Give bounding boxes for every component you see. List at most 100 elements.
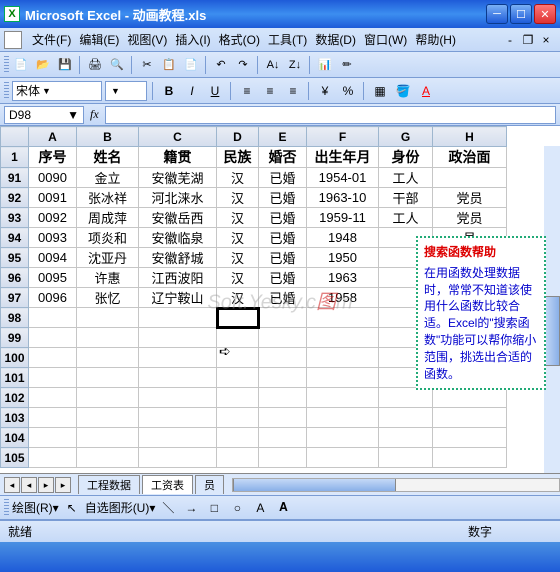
empty-cell[interactable] [139,388,217,408]
data-cell[interactable]: 0093 [29,228,77,248]
menu-view[interactable]: 视图(V) [123,31,171,48]
cut-button[interactable]: ✂ [137,55,157,75]
data-cell[interactable]: 安徽舒城 [139,248,217,268]
data-cell[interactable]: 党员 [433,188,507,208]
empty-cell[interactable] [259,428,307,448]
empty-cell[interactable] [29,308,77,328]
row-header[interactable]: 99 [1,328,29,348]
paste-button[interactable]: 📄 [181,55,201,75]
empty-cell[interactable] [29,388,77,408]
empty-cell[interactable] [139,448,217,468]
empty-cell[interactable] [77,328,139,348]
row-header[interactable]: 104 [1,428,29,448]
empty-cell[interactable] [259,448,307,468]
data-cell[interactable]: 辽宁鞍山 [139,288,217,308]
italic-button[interactable]: I [182,81,202,101]
empty-cell[interactable] [217,428,259,448]
row-header[interactable]: 97 [1,288,29,308]
empty-cell[interactable] [29,348,77,368]
data-cell[interactable]: 0094 [29,248,77,268]
data-cell[interactable]: 1948 [307,228,379,248]
empty-cell[interactable] [29,368,77,388]
row-header[interactable]: 98 [1,308,29,328]
scroll-thumb[interactable] [544,296,560,366]
empty-cell[interactable] [217,368,259,388]
data-cell[interactable]: 张冰祥 [77,188,139,208]
empty-cell[interactable] [77,348,139,368]
excel-icon[interactable] [4,31,22,49]
mdi-restore[interactable]: ❐ [520,33,536,47]
data-cell[interactable]: 已婚 [259,208,307,228]
menu-insert[interactable]: 插入(I) [171,31,214,48]
select-all-corner[interactable] [1,127,29,147]
mdi-minimize[interactable]: - [502,33,518,47]
row-header[interactable]: 102 [1,388,29,408]
col-header[interactable]: F [307,127,379,147]
data-cell[interactable]: 汉 [217,208,259,228]
data-cell[interactable]: 许惠 [77,268,139,288]
menu-tools[interactable]: 工具(T) [264,31,311,48]
header-cell[interactable]: 婚否 [259,147,307,168]
empty-cell[interactable] [77,408,139,428]
data-cell[interactable]: 已婚 [259,268,307,288]
empty-cell[interactable] [307,408,379,428]
sheet-tab[interactable]: 员 [195,475,224,494]
header-cell[interactable]: 出生年月 [307,147,379,168]
data-cell[interactable]: 张忆 [77,288,139,308]
menu-window[interactable]: 窗口(W) [360,31,411,48]
empty-cell[interactable] [139,428,217,448]
row-header[interactable]: 96 [1,268,29,288]
minimize-button[interactable]: ─ [486,4,508,24]
data-cell[interactable]: 党员 [433,208,507,228]
percent-button[interactable]: % [338,81,358,101]
row-header[interactable]: 1 [1,147,29,168]
empty-cell[interactable] [379,388,433,408]
print-button[interactable]: 🖨 [85,55,105,75]
header-cell[interactable]: 姓名 [77,147,139,168]
empty-cell[interactable] [307,328,379,348]
data-cell[interactable]: 周成萍 [77,208,139,228]
header-cell[interactable]: 民族 [217,147,259,168]
data-cell[interactable]: 河北涞水 [139,188,217,208]
mdi-close[interactable]: × [538,33,554,47]
line-button[interactable]: ＼ [158,498,178,518]
empty-cell[interactable] [433,408,507,428]
empty-cell[interactable] [139,348,217,368]
empty-cell[interactable] [217,308,259,328]
draw-menu[interactable]: 绘图(R)▾ [12,499,59,516]
data-cell[interactable]: 0091 [29,188,77,208]
data-cell[interactable]: 1959-11 [307,208,379,228]
copy-button[interactable]: 📋 [159,55,179,75]
new-button[interactable]: 📄 [11,55,31,75]
data-cell[interactable]: 0090 [29,168,77,188]
save-button[interactable]: 💾 [55,55,75,75]
toolbar-grip[interactable] [4,56,9,74]
data-cell[interactable]: 沈亚丹 [77,248,139,268]
header-cell[interactable]: 政治面 [433,147,507,168]
vertical-scrollbar[interactable] [544,146,560,473]
undo-button[interactable]: ↶ [211,55,231,75]
empty-cell[interactable] [139,328,217,348]
tab-first[interactable]: ◂ [4,477,20,493]
data-cell[interactable]: 0092 [29,208,77,228]
data-cell[interactable]: 汉 [217,228,259,248]
empty-cell[interactable] [433,428,507,448]
empty-cell[interactable] [307,448,379,468]
empty-cell[interactable] [379,448,433,468]
menu-edit[interactable]: 编辑(E) [75,31,123,48]
data-cell[interactable]: 安徽临泉 [139,228,217,248]
data-cell[interactable]: 工人 [379,208,433,228]
data-cell[interactable]: 0095 [29,268,77,288]
data-cell[interactable]: 安徽芜湖 [139,168,217,188]
rect-button[interactable]: □ [204,498,224,518]
menu-file[interactable]: 文件(F) [28,31,75,48]
empty-cell[interactable] [259,388,307,408]
sort-asc-button[interactable]: A↓ [263,55,283,75]
empty-cell[interactable] [307,368,379,388]
data-cell[interactable]: 工人 [379,168,433,188]
data-cell[interactable]: 汉 [217,248,259,268]
empty-cell[interactable] [217,328,259,348]
empty-cell[interactable] [433,388,507,408]
empty-cell[interactable] [77,368,139,388]
formula-input[interactable] [105,106,556,124]
